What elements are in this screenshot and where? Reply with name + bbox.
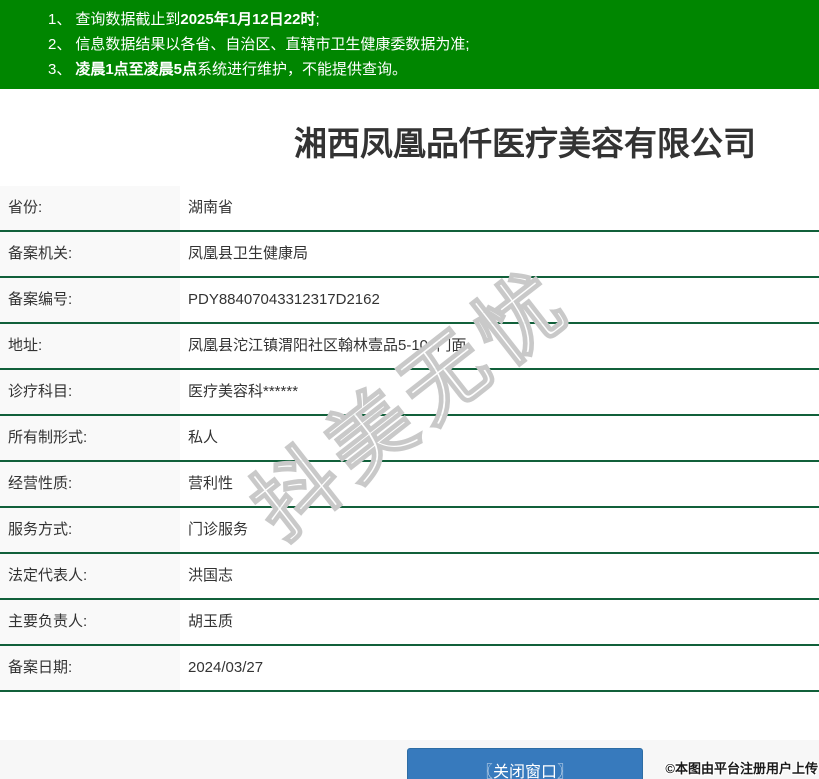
notice-line-3: 3、 凌晨1点至凌晨5点系统进行维护，不能提供查询。 xyxy=(48,57,819,82)
info-label-cell: 地址: xyxy=(0,323,180,370)
table-row-ownership-form: 所有制形式: 私人 xyxy=(0,415,819,462)
page-content: 1、 查询数据截止到2025年1月12日22时; 2、 信息数据结果以各省、自治区、… xyxy=(0,0,819,779)
info-label-cell: 备案机关: xyxy=(0,231,180,278)
table-row-filing-number: 备案编号: PDY88407043312317D2162 xyxy=(0,277,819,324)
info-label-cell: 法定代表人: xyxy=(0,553,180,600)
page-viewport: 1、 查询数据截止到2025年1月12日22时; 2、 信息数据结果以各省、自治区、… xyxy=(0,0,819,779)
info-value-cell: 湖南省 xyxy=(180,186,819,232)
notice-3-bold-text: 凌晨1点至凌晨5点 xyxy=(75,61,198,78)
table-row-principal-person: 主要负责人: 胡玉质 xyxy=(0,599,819,646)
notice-line-2: 2、 信息数据结果以各省、自治区、直辖市卫生健康委数据为准; xyxy=(48,32,819,57)
info-value-cell: 医疗美容科****** xyxy=(180,369,819,416)
info-label-cell: 诊疗科目: xyxy=(0,369,180,416)
company-title: 湘西凤凰品仟医疗美容有限公司 xyxy=(294,125,756,162)
info-label-cell: 省份: xyxy=(0,186,180,232)
info-value-cell: 凤凰县卫生健康局 xyxy=(180,231,819,278)
notice-2-number: 2、 xyxy=(48,36,72,53)
info-label-cell: 主要负责人: xyxy=(0,599,180,646)
info-value-cell: 凤凰县沱江镇渭阳社区翰林壹品5-101门面 xyxy=(180,323,819,370)
notice-3-number: 3、 xyxy=(48,61,72,78)
info-value-cell: 门诊服务 xyxy=(180,507,819,554)
close-window-button[interactable]: 〖关闭窗口〗 xyxy=(407,748,643,779)
info-label-cell: 备案日期: xyxy=(0,645,180,692)
notice-1-text-after: ; xyxy=(315,11,320,28)
copyright-overlay: ©本图由平台注册用户上传 xyxy=(665,761,818,776)
notice-3-text-after: 系统进行维护，不能提供查询。 xyxy=(197,61,408,78)
table-row-clinical-departments: 诊疗科目: 医疗美容科****** xyxy=(0,369,819,416)
table-row-business-nature: 经营性质: 营利性 xyxy=(0,461,819,508)
notice-1-bold-text: 2025年1月12日22时 xyxy=(180,11,316,28)
info-table: 省份: 湖南省 备案机关: 凤凰县卫生健康局 备案编号: PDY88407043… xyxy=(0,186,819,692)
table-row-filing-date: 备案日期: 2024/03/27 xyxy=(0,645,819,692)
table-row-province: 省份: 湖南省 xyxy=(0,186,819,232)
info-value-cell: PDY88407043312317D2162 xyxy=(180,277,819,324)
info-label-cell: 服务方式: xyxy=(0,507,180,554)
table-row-legal-representative: 法定代表人: 洪国志 xyxy=(0,553,819,600)
notice-2-text: 信息数据结果以各省、自治区、直辖市卫生健康委数据为准; xyxy=(75,36,470,53)
notice-banner: 1、 查询数据截止到2025年1月12日22时; 2、 信息数据结果以各省、自治区、… xyxy=(0,0,819,89)
notice-1-text: 查询数据截止到 xyxy=(75,11,181,28)
info-label-cell: 所有制形式: xyxy=(0,415,180,462)
table-row-address: 地址: 凤凰县沱江镇渭阳社区翰林壹品5-101门面 xyxy=(0,323,819,370)
info-value-cell: 营利性 xyxy=(180,461,819,508)
info-label-cell: 经营性质: xyxy=(0,461,180,508)
info-value-cell: 洪国志 xyxy=(180,553,819,600)
table-row-filing-authority: 备案机关: 凤凰县卫生健康局 xyxy=(0,231,819,278)
info-value-cell: 2024/03/27 xyxy=(180,645,819,692)
notice-1-number: 1、 xyxy=(48,11,72,28)
info-value-cell: 私人 xyxy=(180,415,819,462)
notice-line-1: 1、 查询数据截止到2025年1月12日22时; xyxy=(48,7,819,32)
info-value-cell: 胡玉质 xyxy=(180,599,819,646)
info-label-cell: 备案编号: xyxy=(0,277,180,324)
table-row-service-mode: 服务方式: 门诊服务 xyxy=(0,507,819,554)
